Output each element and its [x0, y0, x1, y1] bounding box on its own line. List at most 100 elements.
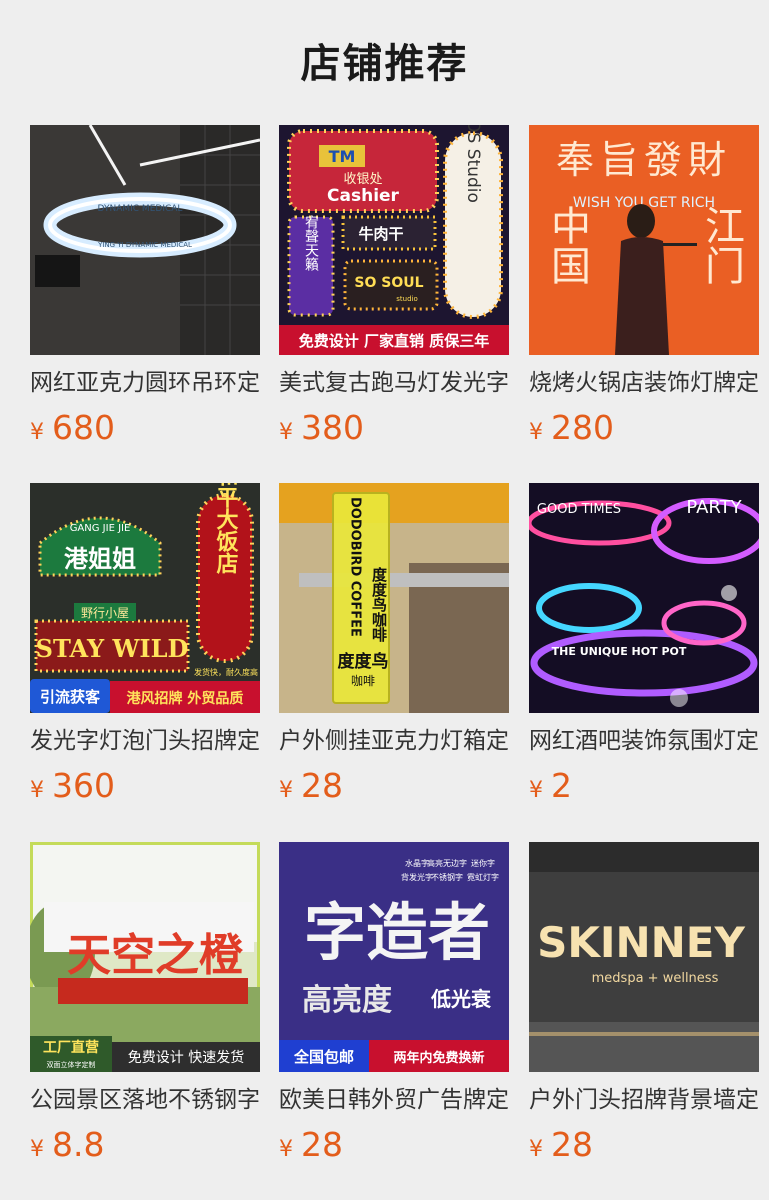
product-card[interactable]: GOOD TIMES PARTY THE UNIQUE HOT POT 网红酒吧…: [529, 483, 759, 823]
image-text: OS Studio: [463, 125, 483, 203]
product-price: ¥360: [30, 763, 115, 809]
price-value: 280: [551, 408, 614, 447]
image-text: 天空之橙: [67, 930, 244, 981]
image-text: 港姐姐: [64, 545, 136, 573]
price-value: 28: [301, 1125, 343, 1164]
currency-symbol: ¥: [279, 1137, 293, 1162]
currency-symbol: ¥: [30, 420, 44, 445]
image-text: SKINNEY: [537, 918, 745, 967]
image-text: 免费设计 厂家直销 质保三年: [299, 332, 489, 350]
product-card[interactable]: SKINNEY medspa + wellness 户外门头招牌背景墙定制 ¥2…: [529, 842, 759, 1182]
currency-symbol: ¥: [529, 420, 543, 445]
image-text: 度度鸟咖啡: [370, 566, 388, 643]
image-text: 引流获客: [40, 688, 101, 706]
currency-symbol: ¥: [30, 1137, 44, 1162]
image-text: TM: [329, 147, 356, 166]
product-image[interactable]: GOOD TIMES PARTY THE UNIQUE HOT POT: [529, 483, 759, 713]
product-image[interactable]: 奉旨發財 WISH YOU GET RICH 中国 江门: [529, 125, 759, 355]
image-text: GANG JIE JIE: [70, 523, 131, 534]
image-text: Cashier: [327, 186, 400, 206]
image-text: medspa + wellness: [592, 971, 719, 986]
image-text: 港风招牌 外贸品质: [127, 690, 244, 707]
image-text: DODOBIRD COFFEE: [348, 497, 363, 637]
image-text: 工厂直营: [43, 1039, 99, 1056]
currency-symbol: ¥: [529, 778, 543, 803]
product-image[interactable]: GANG JIE JIE 港姐姐 野行小屋 STAY WILD 和平大饭店 发货…: [30, 483, 260, 713]
currency-symbol: ¥: [279, 420, 293, 445]
currency-symbol: ¥: [529, 1137, 543, 1162]
product-card[interactable]: 水晶字 高亮无边字 迷你字 背发光字 不锈钢字 霓虹灯字 字造者 高亮度 低光衰…: [279, 842, 509, 1182]
image-text: 宥聲天籟: [303, 214, 319, 271]
image-text: 高亮度: [302, 983, 392, 1018]
image-text: PARTY: [686, 497, 742, 518]
image-text: 和平大饭店: [213, 483, 239, 575]
product-name[interactable]: 发光字灯泡门头招牌定制: [30, 723, 260, 759]
product-price: ¥280: [529, 405, 614, 451]
image-text: 迷你字: [471, 858, 495, 868]
image-text: 发货快，耐久度高: [194, 667, 258, 677]
product-name[interactable]: 户外门头招牌背景墙定制: [529, 1082, 759, 1118]
product-card[interactable]: DYNAMIC MEDICAL YING YI DYNAMIC MEDICAL …: [30, 125, 260, 465]
product-image[interactable]: DODOBIRD COFFEE 度度鸟咖啡 度度鸟 咖啡: [279, 483, 509, 713]
product-image[interactable]: DYNAMIC MEDICAL YING YI DYNAMIC MEDICAL: [30, 125, 260, 355]
product-price: ¥8.8: [30, 1122, 104, 1168]
image-text: 霓虹灯字: [467, 872, 499, 882]
product-card[interactable]: GANG JIE JIE 港姐姐 野行小屋 STAY WILD 和平大饭店 发货…: [30, 483, 260, 823]
image-text: 中国: [544, 205, 590, 285]
product-price: ¥2: [529, 763, 572, 809]
product-name[interactable]: 公园景区落地不锈钢字定制: [30, 1082, 260, 1118]
image-text: YING YI DYNAMIC MEDICAL: [97, 241, 192, 249]
product-name[interactable]: 户外侧挂亚克力灯箱定制: [279, 723, 509, 759]
image-text: SO SOUL: [354, 275, 423, 291]
image-text: 收银处: [343, 172, 382, 187]
product-image[interactable]: SKINNEY medspa + wellness: [529, 842, 759, 1072]
product-name[interactable]: 美式复古跑马灯发光字: [279, 365, 509, 401]
image-text: 牛肉干: [358, 225, 403, 243]
price-value: 680: [52, 408, 115, 447]
image-text: 低光衰: [430, 987, 492, 1011]
currency-symbol: ¥: [279, 778, 293, 803]
price-value: 28: [301, 766, 343, 805]
product-image[interactable]: TM 收银处 Cashier 宥聲天籟 牛肉干 SO SOUL studio O…: [279, 125, 509, 355]
image-text: 双面立体字定制: [47, 1060, 96, 1069]
currency-symbol: ¥: [30, 778, 44, 803]
image-text: 水晶字: [405, 858, 429, 868]
product-card[interactable]: DODOBIRD COFFEE 度度鸟咖啡 度度鸟 咖啡 户外侧挂亚克力灯箱定制…: [279, 483, 509, 823]
image-text: 咖啡: [351, 673, 375, 688]
image-text: DYNAMIC MEDICAL: [98, 204, 183, 214]
image-text: 高亮无边字: [427, 858, 467, 868]
image-text: 江门: [698, 205, 744, 285]
recommend-page: 店铺推荐 DYNAMIC MEDICAL YING YI DYNAMIC MED…: [0, 0, 769, 1200]
product-image[interactable]: 水晶字 高亮无边字 迷你字 背发光字 不锈钢字 霓虹灯字 字造者 高亮度 低光衰…: [279, 842, 509, 1072]
image-text: 免费设计 快速发货: [128, 1049, 244, 1066]
product-price: ¥28: [279, 1122, 343, 1168]
product-price: ¥28: [529, 1122, 593, 1168]
price-value: 360: [52, 766, 115, 805]
image-text: GOOD TIMES: [537, 502, 621, 517]
price-value: 2: [551, 766, 572, 805]
image-text: 野行小屋: [81, 606, 129, 620]
product-image[interactable]: 天空之橙 工厂直营 双面立体字定制 免费设计 快速发货: [30, 842, 260, 1072]
image-text: 度度鸟: [338, 651, 389, 672]
product-name[interactable]: 网红亚克力圆环吊环定制: [30, 365, 260, 401]
product-card[interactable]: TM 收银处 Cashier 宥聲天籟 牛肉干 SO SOUL studio O…: [279, 125, 509, 465]
product-card[interactable]: 天空之橙 工厂直营 双面立体字定制 免费设计 快速发货 公园景区落地不锈钢字定制…: [30, 842, 260, 1182]
image-text: 不锈钢字: [431, 872, 463, 882]
product-price: ¥680: [30, 405, 115, 451]
section-title: 店铺推荐: [300, 41, 469, 87]
product-name[interactable]: 烧烤火锅店装饰灯牌定制: [529, 365, 759, 401]
price-value: 8.8: [52, 1125, 105, 1164]
product-price: ¥28: [279, 763, 343, 809]
image-text: STAY WILD: [36, 634, 189, 663]
image-text: THE UNIQUE HOT POT: [552, 645, 687, 658]
image-text: 奉旨發財: [556, 138, 732, 182]
product-card[interactable]: 奉旨發財 WISH YOU GET RICH 中国 江门 烧烤火锅店装饰灯牌定制…: [529, 125, 759, 465]
image-text: 背发光字: [401, 872, 433, 882]
image-text: 字造者: [304, 896, 490, 969]
product-price: ¥380: [279, 405, 364, 451]
product-name[interactable]: 网红酒吧装饰氛围灯定制: [529, 723, 759, 759]
image-text: studio: [396, 295, 418, 303]
product-name[interactable]: 欧美日韩外贸广告牌定制: [279, 1082, 509, 1118]
price-value: 380: [301, 408, 364, 447]
image-text: 全国包邮: [293, 1048, 354, 1066]
